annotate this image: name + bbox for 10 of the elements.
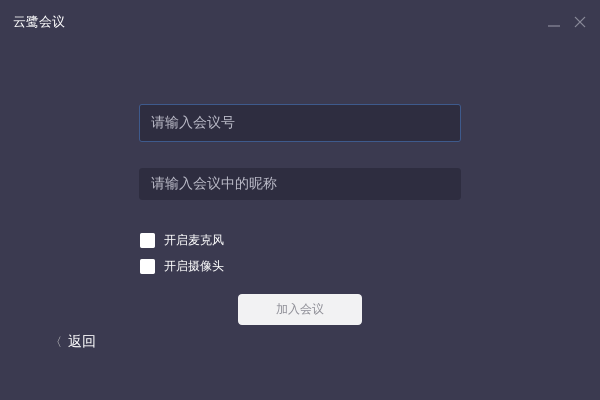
- close-icon[interactable]: [574, 16, 586, 28]
- back-icon[interactable]: 〈: [50, 334, 62, 350]
- checkbox-label: 开启麦克风: [164, 232, 224, 249]
- input-field[interactable]: 请输入会议号: [139, 104, 461, 142]
- input-field[interactable]: 请输入会议中的昵称: [139, 168, 461, 200]
- checkbox[interactable]: [140, 259, 155, 274]
- checkbox[interactable]: [140, 233, 155, 248]
- back-link[interactable]: 返回: [68, 333, 96, 351]
- window-title: 云鹭会议: [13, 14, 65, 31]
- checkbox-label: 开启摄像头: [164, 258, 224, 275]
